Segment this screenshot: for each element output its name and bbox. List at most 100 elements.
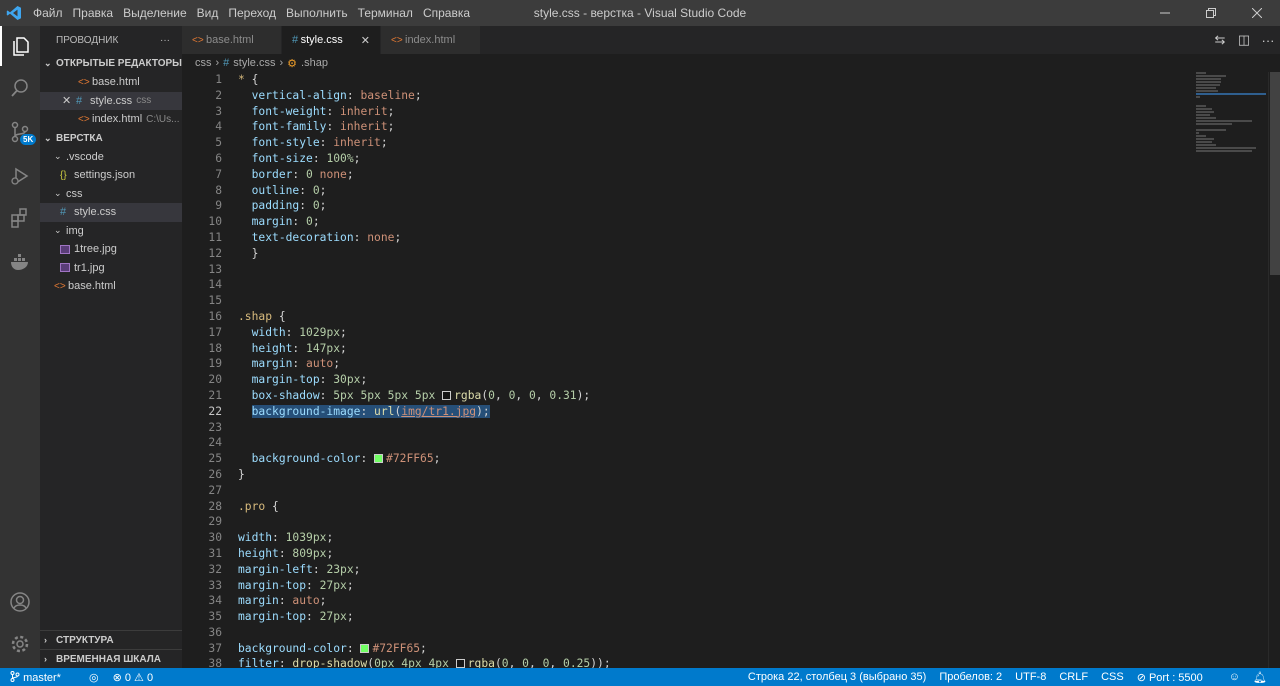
end-of-line[interactable]: CRLF: [1059, 671, 1088, 683]
breadcrumb-folder[interactable]: css: [195, 57, 212, 69]
line-number: 3: [215, 104, 222, 118]
code-line: box-shadow: 5px 5px 5px 5px rgba(0, 0, 0…: [251, 388, 591, 402]
indentation[interactable]: Пробелов: 2: [939, 671, 1002, 683]
settings-gear-icon[interactable]: [0, 624, 40, 664]
menu-file[interactable]: Файл: [28, 6, 68, 20]
problems-status[interactable]: ⊗ 0 ⚠ 0: [113, 671, 153, 684]
line-number: 17: [208, 325, 222, 339]
menu-run[interactable]: Выполнить: [281, 6, 353, 20]
branch-status[interactable]: master*: [10, 670, 75, 684]
open-editor-item-active[interactable]: ✕ # style.css css: [40, 91, 182, 110]
html-file-icon: <>: [54, 280, 66, 292]
close-icon[interactable]: ✕: [62, 94, 76, 107]
explorer-title: ПРОВОДНИК: [56, 34, 119, 46]
file-style-css[interactable]: # style.css: [40, 203, 182, 222]
color-swatch[interactable]: [442, 390, 452, 400]
line-number: 28: [208, 499, 222, 513]
breadcrumb-symbol[interactable]: .shap: [301, 57, 328, 69]
code-line-selected: background-image: url(img/tr1.jpg);: [251, 404, 490, 418]
line-number: 37: [208, 641, 222, 655]
code-line: * {: [238, 73, 259, 86]
file-tr1-jpg[interactable]: tr1.jpg: [40, 259, 182, 278]
code-line: text-decoration: none;: [251, 230, 402, 244]
more-actions-icon[interactable]: ···: [1256, 33, 1280, 48]
restore-button[interactable]: [1188, 0, 1234, 26]
folder-css[interactable]: ⌄ css: [40, 185, 182, 204]
open-editors-section[interactable]: ⌄ ОТКРЫТЫЕ РЕДАКТОРЫ: [40, 54, 182, 73]
feedback-icon[interactable]: ☺: [1229, 671, 1240, 683]
open-editor-item[interactable]: <> base.html: [40, 73, 182, 92]
outline-section[interactable]: › СТРУКТУРА: [40, 630, 182, 649]
notifications-bell-icon[interactable]: 🔔︎: [1253, 671, 1267, 684]
menu-edit[interactable]: Правка: [68, 6, 119, 20]
line-number: 30: [208, 531, 222, 545]
open-editor-label: style.css: [90, 94, 133, 107]
line-number: 9: [215, 199, 222, 213]
code-line: margin: auto;: [251, 357, 341, 371]
menu-terminal[interactable]: Терминал: [353, 6, 418, 20]
docker-icon[interactable]: [0, 242, 40, 282]
scrollbar-thumb[interactable]: [1270, 72, 1280, 275]
tab-index-html[interactable]: <> index.html: [381, 26, 481, 54]
open-changes-icon[interactable]: ⇆: [1208, 32, 1232, 48]
cursor-position[interactable]: Строка 22, столбец 3 (выбрано 35): [748, 671, 926, 683]
run-debug-icon[interactable]: [0, 156, 40, 196]
tab-base-html[interactable]: <> base.html: [182, 26, 282, 54]
vscode-logo-icon: [0, 0, 28, 26]
open-editor-item[interactable]: <> index.html C:\Us...: [40, 110, 182, 129]
vertical-scrollbar[interactable]: [1268, 72, 1280, 668]
code-content[interactable]: * { vertical-align: baseline; font-weigh…: [238, 72, 611, 668]
css-file-icon: #: [76, 94, 83, 107]
close-button[interactable]: [1234, 0, 1280, 26]
explorer-icon[interactable]: [0, 26, 40, 66]
color-swatch[interactable]: [374, 454, 384, 464]
extensions-icon[interactable]: [0, 198, 40, 238]
menu-selection[interactable]: Выделение: [118, 6, 192, 20]
source-control-icon[interactable]: 5K: [0, 112, 40, 152]
tab-label: base.html: [206, 34, 254, 46]
language-mode[interactable]: CSS: [1101, 671, 1124, 683]
line-number: 20: [208, 373, 222, 387]
line-number: 10: [208, 215, 222, 229]
color-swatch[interactable]: [360, 643, 370, 653]
line-number: 38: [208, 657, 222, 668]
code-line: font-size: 100%;: [251, 151, 361, 165]
menu-bar: Файл Правка Выделение Вид Переход Выполн…: [28, 6, 475, 20]
menu-view[interactable]: Вид: [192, 6, 224, 20]
file-1tree-jpg[interactable]: 1tree.jpg: [40, 240, 182, 259]
timeline-section[interactable]: › ВРЕМЕННАЯ ШКАЛА: [40, 649, 182, 668]
minimap[interactable]: [1196, 72, 1266, 192]
image-file-icon: [60, 244, 70, 254]
minimize-button[interactable]: [1142, 0, 1188, 26]
workspace-section[interactable]: ⌄ ВЕРСТКА: [40, 129, 182, 148]
tab-style-css[interactable]: # style.css ✕: [282, 26, 381, 54]
window-controls: [1142, 0, 1280, 26]
open-editors-title: ОТКРЫТЫЕ РЕДАКТОРЫ: [56, 58, 182, 69]
more-actions-icon[interactable]: ···: [160, 35, 170, 46]
file-base-html[interactable]: <> base.html: [40, 277, 182, 296]
account-icon[interactable]: [0, 582, 40, 622]
folder-img[interactable]: ⌄ img: [40, 222, 182, 241]
live-server-port[interactable]: ⊘ Port : 5500: [1137, 671, 1216, 684]
split-editor-icon[interactable]: ◫: [1232, 32, 1256, 48]
open-editor-dir: css: [136, 95, 152, 107]
symbol-class-icon: ⚙: [287, 57, 298, 70]
code-line: outline: 0;: [251, 183, 327, 197]
folder-vscode[interactable]: ⌄ .vscode: [40, 148, 182, 167]
line-number-gutter: 1 2 3 4 5 6 7 8 9 10 11 12 13 14 15 16 17 18 19 20 21 22 23 24 2…: [182, 72, 222, 668]
line-number: 11: [208, 230, 222, 244]
search-icon[interactable]: [0, 68, 40, 108]
encoding[interactable]: UTF-8: [1015, 671, 1046, 683]
menu-go[interactable]: Переход: [223, 6, 281, 20]
line-number: 35: [208, 610, 222, 624]
file-settings-json[interactable]: {} settings.json: [40, 166, 182, 185]
menu-help[interactable]: Справка: [418, 6, 475, 20]
code-editor[interactable]: 1 2 3 4 5 6 7 8 9 10 11 12 13 14 15 16 17 18 19 20 21 22 23 24 2…: [182, 72, 1280, 668]
sync-icon[interactable]: ◎: [89, 671, 99, 684]
breadcrumb-file[interactable]: style.css: [233, 57, 275, 69]
code-line: margin-top: 30px;: [251, 373, 368, 387]
close-tab-icon[interactable]: ✕: [361, 34, 370, 47]
color-swatch[interactable]: [455, 659, 465, 668]
